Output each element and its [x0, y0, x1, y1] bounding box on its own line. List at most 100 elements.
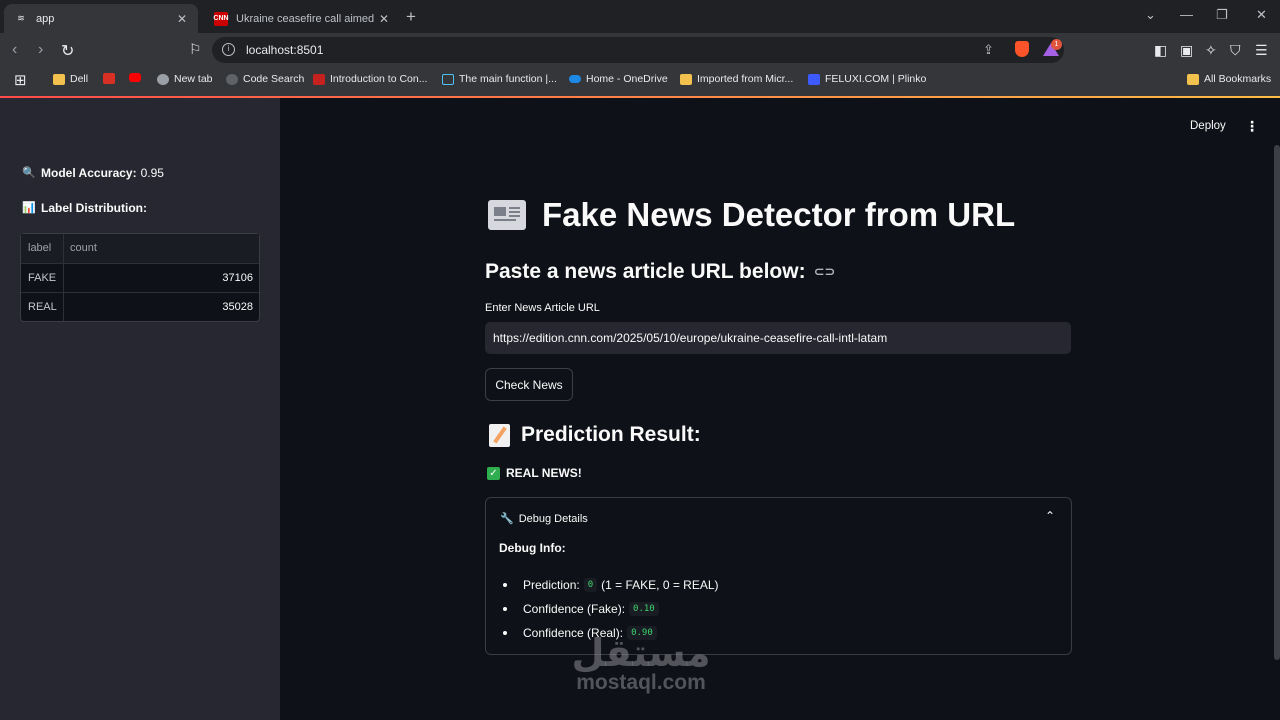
chevron-up-icon[interactable]: ⌃	[1045, 509, 1055, 523]
magnifier-icon: 🔍	[22, 166, 36, 179]
check-news-button[interactable]: Check News	[485, 368, 573, 401]
bookmark-code-search[interactable]: Code Search	[226, 73, 304, 85]
reload-icon[interactable]: ↻	[61, 41, 74, 61]
docs-icon	[442, 73, 454, 85]
wrench-icon: 🔧	[500, 513, 514, 525]
bookmark-label: Home - OneDrive	[586, 73, 668, 85]
column-header-label[interactable]: label	[21, 234, 64, 263]
streamlit-favicon-icon: ≋	[17, 13, 25, 23]
distribution-title: Label Distribution:	[41, 201, 147, 215]
share-icon[interactable]: ⇪	[983, 42, 994, 58]
expander-header[interactable]: 🔧 Debug Details	[500, 512, 588, 526]
bookmark-icon[interactable]: ⚐	[189, 41, 202, 58]
tab-app[interactable]: ≋ app ✕	[4, 4, 198, 33]
leo-ai-icon[interactable]: ✧	[1205, 42, 1217, 59]
debug-info-title: Debug Info:	[499, 541, 566, 555]
folder-icon	[680, 73, 692, 85]
list-item: Prediction: 0 (1 = FAKE, 0 = REAL)	[500, 573, 719, 597]
rewards-badge: 1	[1051, 39, 1062, 50]
url-input[interactable]	[485, 322, 1071, 354]
forward-icon[interactable]: ›	[38, 41, 43, 59]
watermark-latin: mostaql.com	[576, 671, 706, 694]
maximize-icon[interactable]: ❐	[1216, 7, 1228, 23]
table-cell-count: 37106	[222, 272, 253, 284]
browser-toolbar: ‹ › ↻ ⚐ i localhost:8501 ⇪ 1 ◧ ▣ ✧ ⛉ ☰	[0, 33, 1280, 67]
vpn-icon[interactable]: ⛉	[1230, 42, 1241, 59]
label-distribution-table[interactable]: label count FAKE 37106 REAL 35028	[20, 233, 260, 322]
sidebar-toggle-icon[interactable]: ◧	[1154, 42, 1167, 59]
close-tab-icon[interactable]: ✕	[174, 12, 190, 26]
bookmark-label: Dell	[70, 73, 89, 85]
tab-search-chevron-icon[interactable]: ⌄	[1145, 7, 1156, 23]
check-mark-icon: ✓	[487, 466, 500, 480]
address-bar[interactable]: i localhost:8501 ⇪ 1	[212, 37, 1064, 63]
accuracy-value: 0.95	[140, 166, 164, 180]
bookmark-main-function[interactable]: The main function |...	[442, 73, 557, 85]
bullet-icon	[503, 583, 507, 587]
expander-title: Debug Details	[518, 512, 588, 525]
anchor-link-icon[interactable]: ⊂⊃	[814, 264, 836, 280]
table-header: label count	[21, 234, 259, 263]
tab-title: app	[36, 12, 55, 25]
bookmark-onedrive[interactable]: Home - OneDrive	[569, 73, 668, 85]
course-icon	[313, 73, 325, 85]
memo-icon	[489, 423, 510, 447]
table-cell-label: REAL	[21, 293, 64, 321]
all-bookmarks[interactable]: All Bookmarks	[1187, 73, 1271, 85]
bookmark-youtube[interactable]	[129, 73, 146, 82]
onedrive-icon	[569, 75, 581, 83]
scrollbar[interactable]	[1274, 145, 1280, 660]
brave-shields-icon[interactable]	[1015, 41, 1029, 57]
page-title-text: Fake News Detector from URL	[542, 196, 1016, 233]
tab-cnn-article[interactable]: CNN Ukraine ceasefire call aimed at forc…	[204, 4, 400, 33]
page-title: Fake News Detector from URL	[488, 196, 1015, 234]
bookmark-label: New tab	[174, 73, 213, 85]
close-tab-icon[interactable]: ✕	[376, 12, 392, 26]
bookmark-label: Code Search	[243, 73, 305, 85]
back-icon[interactable]: ‹	[12, 41, 17, 59]
site-icon	[808, 73, 820, 85]
column-header-count[interactable]: count	[64, 234, 259, 263]
cnn-favicon-icon: CNN	[213, 11, 229, 26]
model-accuracy: 🔍 Model Accuracy: 0.95	[22, 166, 164, 180]
deploy-button[interactable]: Deploy	[1190, 120, 1226, 132]
bookmark-dell[interactable]: Dell	[53, 73, 88, 85]
prediction-heading-text: Prediction Result:	[521, 423, 701, 446]
menu-icon[interactable]: ☰	[1255, 42, 1268, 59]
folder-icon	[53, 73, 65, 85]
bookmark-intro-course[interactable]: Introduction to Con...	[313, 73, 427, 85]
browser-tab-bar: ≋ app ✕ CNN Ukraine ceasefire call aimed…	[0, 0, 1280, 33]
prediction-result-text: REAL NEWS!	[506, 466, 582, 480]
close-window-icon[interactable]: ✕	[1256, 7, 1267, 23]
bookmark-app[interactable]	[103, 73, 120, 84]
table-cell-count: 35028	[222, 301, 253, 313]
prediction-label: Prediction:	[523, 578, 580, 592]
apps-grid-icon[interactable]: ⊞	[14, 71, 27, 89]
bookmark-label: Introduction to Con...	[330, 73, 428, 85]
bookmark-feluxi[interactable]: FELUXI.COM | Plinko	[808, 73, 926, 85]
prediction-heading: Prediction Result:	[489, 423, 701, 447]
globe-icon	[157, 73, 169, 85]
bookmark-label: The main function |...	[459, 73, 557, 85]
accuracy-label: Model Accuracy:	[41, 166, 137, 180]
minimize-icon[interactable]: —	[1180, 7, 1193, 22]
table-row: REAL 35028	[21, 292, 259, 321]
code-search-icon	[226, 73, 238, 85]
bookmark-new-tab[interactable]: New tab	[157, 73, 213, 85]
wallet-icon[interactable]: ▣	[1180, 42, 1193, 59]
sidebar: 🔍 Model Accuracy: 0.95 📊 Label Distribut…	[0, 98, 280, 720]
prediction-result: ✓ REAL NEWS!	[487, 466, 582, 480]
site-info-icon[interactable]: i	[222, 43, 235, 56]
table-row: FAKE 37106	[21, 263, 259, 292]
main-menu-icon[interactable]: ⋮	[1245, 118, 1259, 135]
bookmark-imported[interactable]: Imported from Micr...	[680, 73, 793, 85]
new-tab-icon[interactable]: +	[406, 7, 416, 27]
bookmark-label: FELUXI.COM | Plinko	[825, 73, 927, 85]
address-url[interactable]: localhost:8501	[246, 43, 323, 57]
prediction-note: (1 = FAKE, 0 = REAL)	[601, 578, 719, 592]
confidence-fake-value: 0.10	[629, 602, 659, 616]
newspaper-icon	[488, 200, 526, 230]
bookmarks-bar: ⊞ Dell New tab Code Search Introduction …	[0, 67, 1280, 92]
url-input-label: Enter News Article URL	[485, 302, 600, 314]
folder-icon	[1187, 73, 1199, 85]
